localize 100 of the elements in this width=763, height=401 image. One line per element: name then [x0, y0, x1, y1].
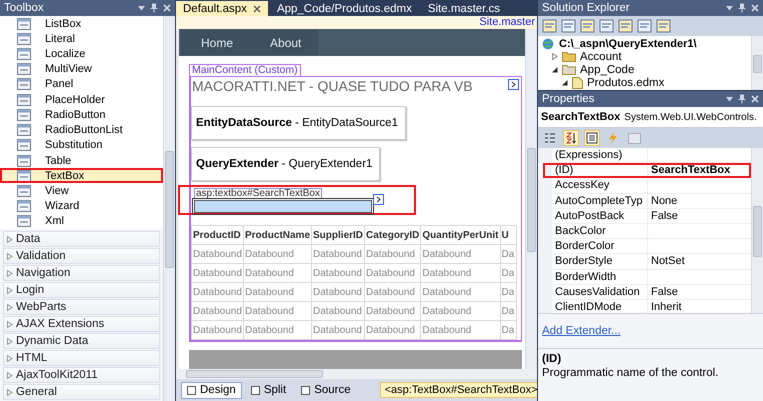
table-cell: Databound	[420, 282, 500, 302]
tree-item[interactable]: Account	[580, 50, 622, 62]
property-row[interactable]: (Expressions)	[538, 148, 751, 164]
expanded-arrow-icon[interactable]	[562, 79, 568, 86]
scrollbar[interactable]	[525, 29, 537, 369]
toolbar-icon[interactable]	[618, 19, 633, 33]
property-row[interactable]: AutoCompleteTyp None	[538, 194, 751, 209]
tree-item[interactable]: App_Code	[580, 64, 634, 76]
dropdown-icon[interactable]	[726, 6, 733, 10]
window-icon	[17, 32, 31, 45]
toolbox-item[interactable]: ListBox	[0, 16, 163, 32]
master-page-link[interactable]: Site.master	[479, 16, 535, 29]
toolbox-category[interactable]: General	[3, 384, 160, 400]
property-row[interactable]: AutoPostBack False	[538, 208, 751, 224]
property-row[interactable]: BackColor	[538, 224, 751, 240]
tree-item[interactable]: C:\_aspn\QueryExtender1\	[559, 38, 697, 50]
list-icon[interactable]	[584, 130, 600, 146]
toolbox-category[interactable]: Data	[3, 231, 160, 248]
toolbox-category[interactable]: HTML	[3, 350, 160, 366]
nav-link[interactable]: Home	[181, 36, 250, 50]
window-icon	[17, 108, 31, 121]
table-cell: Databound	[192, 244, 244, 264]
data-source-control[interactable]: EntityDataSource - EntityDataSource1	[191, 106, 406, 140]
collapsed-arrow-icon	[7, 304, 13, 311]
dropdown-icon[interactable]	[138, 6, 145, 10]
toolbox-item[interactable]: MultiView	[0, 62, 163, 77]
toolbar-icon[interactable]	[637, 19, 652, 33]
toolbar-icon[interactable]	[580, 19, 595, 33]
window-icon	[17, 170, 31, 182]
toolbox-category[interactable]: Login	[3, 282, 160, 298]
dropdown-icon[interactable]	[726, 96, 733, 102]
toolbox-item[interactable]: PlaceHolder	[0, 92, 163, 108]
folder-icon	[562, 51, 576, 62]
property-row[interactable]: BorderWidth	[538, 270, 751, 285]
toolbar-icon[interactable]	[561, 19, 576, 33]
smart-tag-icon[interactable]	[373, 194, 384, 205]
toolbox-item[interactable]: RadioButtonList	[0, 122, 163, 138]
column-header: SupplierID	[312, 226, 365, 244]
property-row[interactable]: CausesValidation False	[538, 284, 751, 300]
property-name: BackColor	[552, 224, 648, 240]
property-row[interactable]: BorderColor	[538, 239, 751, 254]
column-header: ProductName	[244, 226, 312, 244]
toolbox-category[interactable]: Validation	[3, 248, 160, 264]
toolbox-category[interactable]: AjaxToolKit2011	[3, 367, 160, 384]
toolbox-item[interactable]: Literal	[0, 31, 163, 46]
scrollbar[interactable]	[163, 16, 175, 401]
toolbar-icon[interactable]	[542, 19, 557, 33]
table-cell: Databound	[312, 264, 365, 282]
tag-breadcrumb[interactable]: <asp:TextBox#SearchTextBox>	[380, 382, 537, 398]
toolbox-category[interactable]: Dynamic Data	[3, 333, 160, 350]
toolbox-item[interactable]: Panel	[0, 76, 163, 92]
file-icon	[572, 76, 583, 88]
close-icon[interactable]	[252, 4, 261, 12]
toolbox-item[interactable]: Table	[0, 152, 163, 168]
scrollbar[interactable]	[751, 36, 763, 90]
window-icon	[17, 139, 31, 152]
panel-title: Properties	[542, 93, 594, 105]
toolbox-category[interactable]: AJAX Extensions	[3, 316, 160, 332]
expanded-arrow-icon[interactable]	[552, 66, 558, 73]
smart-tag-icon[interactable]	[508, 79, 519, 90]
pin-icon[interactable]	[738, 94, 746, 104]
toolbox-item[interactable]: Localize	[0, 46, 163, 62]
document-tab[interactable]: Default.aspx	[176, 1, 268, 16]
object-selector[interactable]: SearchTextBox System.Web.UI.WebControls.	[538, 107, 763, 128]
add-extender-link[interactable]: Add Extender...	[542, 325, 621, 337]
window-icon	[17, 63, 31, 76]
view-tab[interactable]: Source	[295, 382, 357, 398]
toolbar-icon[interactable]	[599, 19, 614, 33]
property-row[interactable]: AccessKey	[538, 178, 751, 194]
toolbar-icon[interactable]	[656, 19, 671, 33]
collapsed-arrow-icon	[7, 338, 13, 345]
nav-link[interactable]: About	[250, 36, 318, 50]
toolbox-category[interactable]: WebParts	[3, 299, 160, 316]
tree-item[interactable]: Produtos.edmx	[587, 76, 664, 88]
view-icon	[187, 386, 196, 394]
toolbox-item[interactable]: RadioButton	[0, 107, 163, 123]
window-icon	[17, 78, 31, 90]
toolbox-category[interactable]: Navigation	[3, 265, 160, 282]
toolbox-item[interactable]: Xml	[0, 214, 163, 230]
text-input[interactable]	[194, 200, 372, 213]
sort-icon[interactable]	[563, 130, 579, 146]
view-tab[interactable]: Design	[181, 382, 242, 398]
property-row[interactable]: (ID) SearchTextBox	[543, 163, 751, 178]
toolbox-item[interactable]: TextBox	[0, 168, 163, 184]
view-tab[interactable]: Split	[244, 382, 292, 398]
toolbox-item[interactable]: View	[0, 183, 163, 199]
table-cell: Databound	[244, 264, 312, 282]
collapsed-arrow-icon	[7, 372, 13, 379]
document-tab[interactable]: App_Code/Produtos.edmx	[270, 1, 419, 16]
document-tab[interactable]: Site.master.cs	[420, 1, 508, 16]
property-row[interactable]: BorderStyle NotSet	[538, 254, 751, 270]
collapsed-arrow-icon[interactable]	[552, 53, 558, 60]
table-cell: Databound	[420, 302, 500, 320]
toolbox-item[interactable]: Substitution	[0, 138, 163, 153]
scrollbar[interactable]	[751, 148, 763, 313]
pin-icon[interactable]	[738, 3, 746, 13]
toolbox-item[interactable]: Wizard	[0, 198, 163, 214]
scrollbar[interactable]	[176, 369, 537, 379]
pin-icon[interactable]	[150, 3, 158, 13]
data-source-control[interactable]: QueryExtender - QueryExtender1	[191, 147, 380, 181]
